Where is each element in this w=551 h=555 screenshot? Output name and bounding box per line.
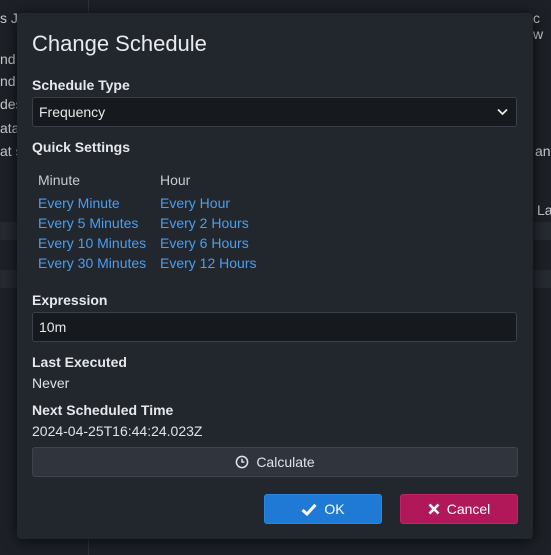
every-6-hours-link[interactable]: Every 6 Hours	[160, 235, 249, 251]
last-executed-label: Last Executed	[32, 354, 127, 370]
bg-text: c w	[533, 10, 544, 42]
hour-column-header: Hour	[160, 172, 191, 188]
expression-value: 10m	[39, 319, 67, 335]
next-scheduled-label: Next Scheduled Time	[32, 402, 174, 418]
expression-label: Expression	[32, 292, 108, 308]
quick-settings-label: Quick Settings	[32, 139, 131, 155]
next-scheduled-value: 2024-04-25T16:44:24.023Z	[32, 423, 203, 439]
last-executed-value: Never	[32, 375, 70, 391]
dialog-title: Change Schedule	[32, 31, 207, 56]
expression-input[interactable]: 10m	[32, 312, 517, 342]
minute-column-header: Minute	[38, 172, 81, 188]
close-icon	[428, 503, 440, 515]
ok-label: OK	[324, 501, 345, 517]
clock-icon	[235, 455, 249, 469]
cancel-label: Cancel	[446, 501, 491, 517]
schedule-type-select[interactable]: Frequency	[32, 97, 517, 127]
every-minute-link[interactable]: Every Minute	[38, 195, 120, 211]
every-5-minutes-link[interactable]: Every 5 Minutes	[38, 215, 138, 231]
check-icon	[301, 503, 317, 516]
change-schedule-dialog: Change Schedule Schedule Type Frequency …	[17, 13, 533, 539]
calculate-label: Calculate	[256, 454, 315, 470]
cancel-button[interactable]: Cancel	[400, 494, 518, 524]
every-2-hours-link[interactable]: Every 2 Hours	[160, 215, 249, 231]
every-10-minutes-link[interactable]: Every 10 Minutes	[38, 235, 146, 251]
ok-button[interactable]: OK	[264, 494, 382, 524]
schedule-type-label: Schedule Type	[32, 77, 130, 93]
bg-text: La	[537, 202, 551, 218]
bg-text: an	[535, 143, 551, 159]
every-hour-link[interactable]: Every Hour	[160, 195, 230, 211]
schedule-type-value: Frequency	[39, 104, 106, 120]
every-12-hours-link[interactable]: Every 12 Hours	[160, 255, 256, 271]
every-30-minutes-link[interactable]: Every 30 Minutes	[38, 255, 146, 271]
chevron-down-icon	[497, 108, 508, 116]
calculate-button[interactable]: Calculate	[32, 447, 518, 477]
